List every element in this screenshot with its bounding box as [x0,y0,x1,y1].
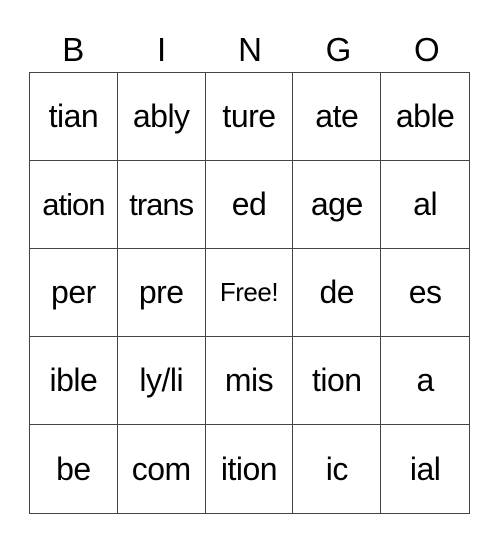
header-letter-n: N [238,31,262,68]
bingo-cell[interactable]: ic [293,425,382,513]
bingo-cell[interactable]: com [118,425,206,513]
header-letter-b: B [62,31,85,68]
bingo-cell[interactable]: ation [30,161,118,249]
bingo-cell[interactable]: ial [381,425,469,513]
bingo-cell[interactable]: ible [30,337,118,425]
bingo-cell[interactable]: per [30,249,118,337]
free-space-cell[interactable]: Free! [205,249,294,337]
bingo-cell[interactable]: ture [205,73,294,161]
bingo-cell[interactable]: es [381,249,469,337]
bingo-cell[interactable]: al [381,161,469,249]
bingo-cell[interactable]: be [30,425,118,513]
bingo-cell[interactable]: ition [206,425,294,513]
bingo-header: B I N G O [29,30,471,70]
bingo-cell[interactable]: a [381,337,469,425]
bingo-cell[interactable]: de [293,249,382,337]
bingo-cell[interactable]: trans [117,161,206,249]
bingo-cell[interactable]: tian [30,73,118,161]
bingo-cell[interactable]: able [381,73,469,161]
bingo-cell[interactable]: ably [117,73,206,161]
bingo-cell[interactable]: mis [205,337,294,425]
header-letter-g: G [325,31,352,68]
bingo-grid: tian ably ture ate able ation trans ed age al per p… [29,72,470,514]
bingo-cell[interactable]: ly/li [117,337,206,425]
header-letter-i: I [157,31,167,68]
bingo-cell[interactable]: ate [293,73,382,161]
bingo-cell[interactable]: tion [293,337,382,425]
header-letter-o: O [413,31,440,68]
bingo-cell[interactable]: pre [117,249,206,337]
bingo-cell[interactable]: ed [205,161,294,249]
bingo-cell[interactable]: age [293,161,382,249]
